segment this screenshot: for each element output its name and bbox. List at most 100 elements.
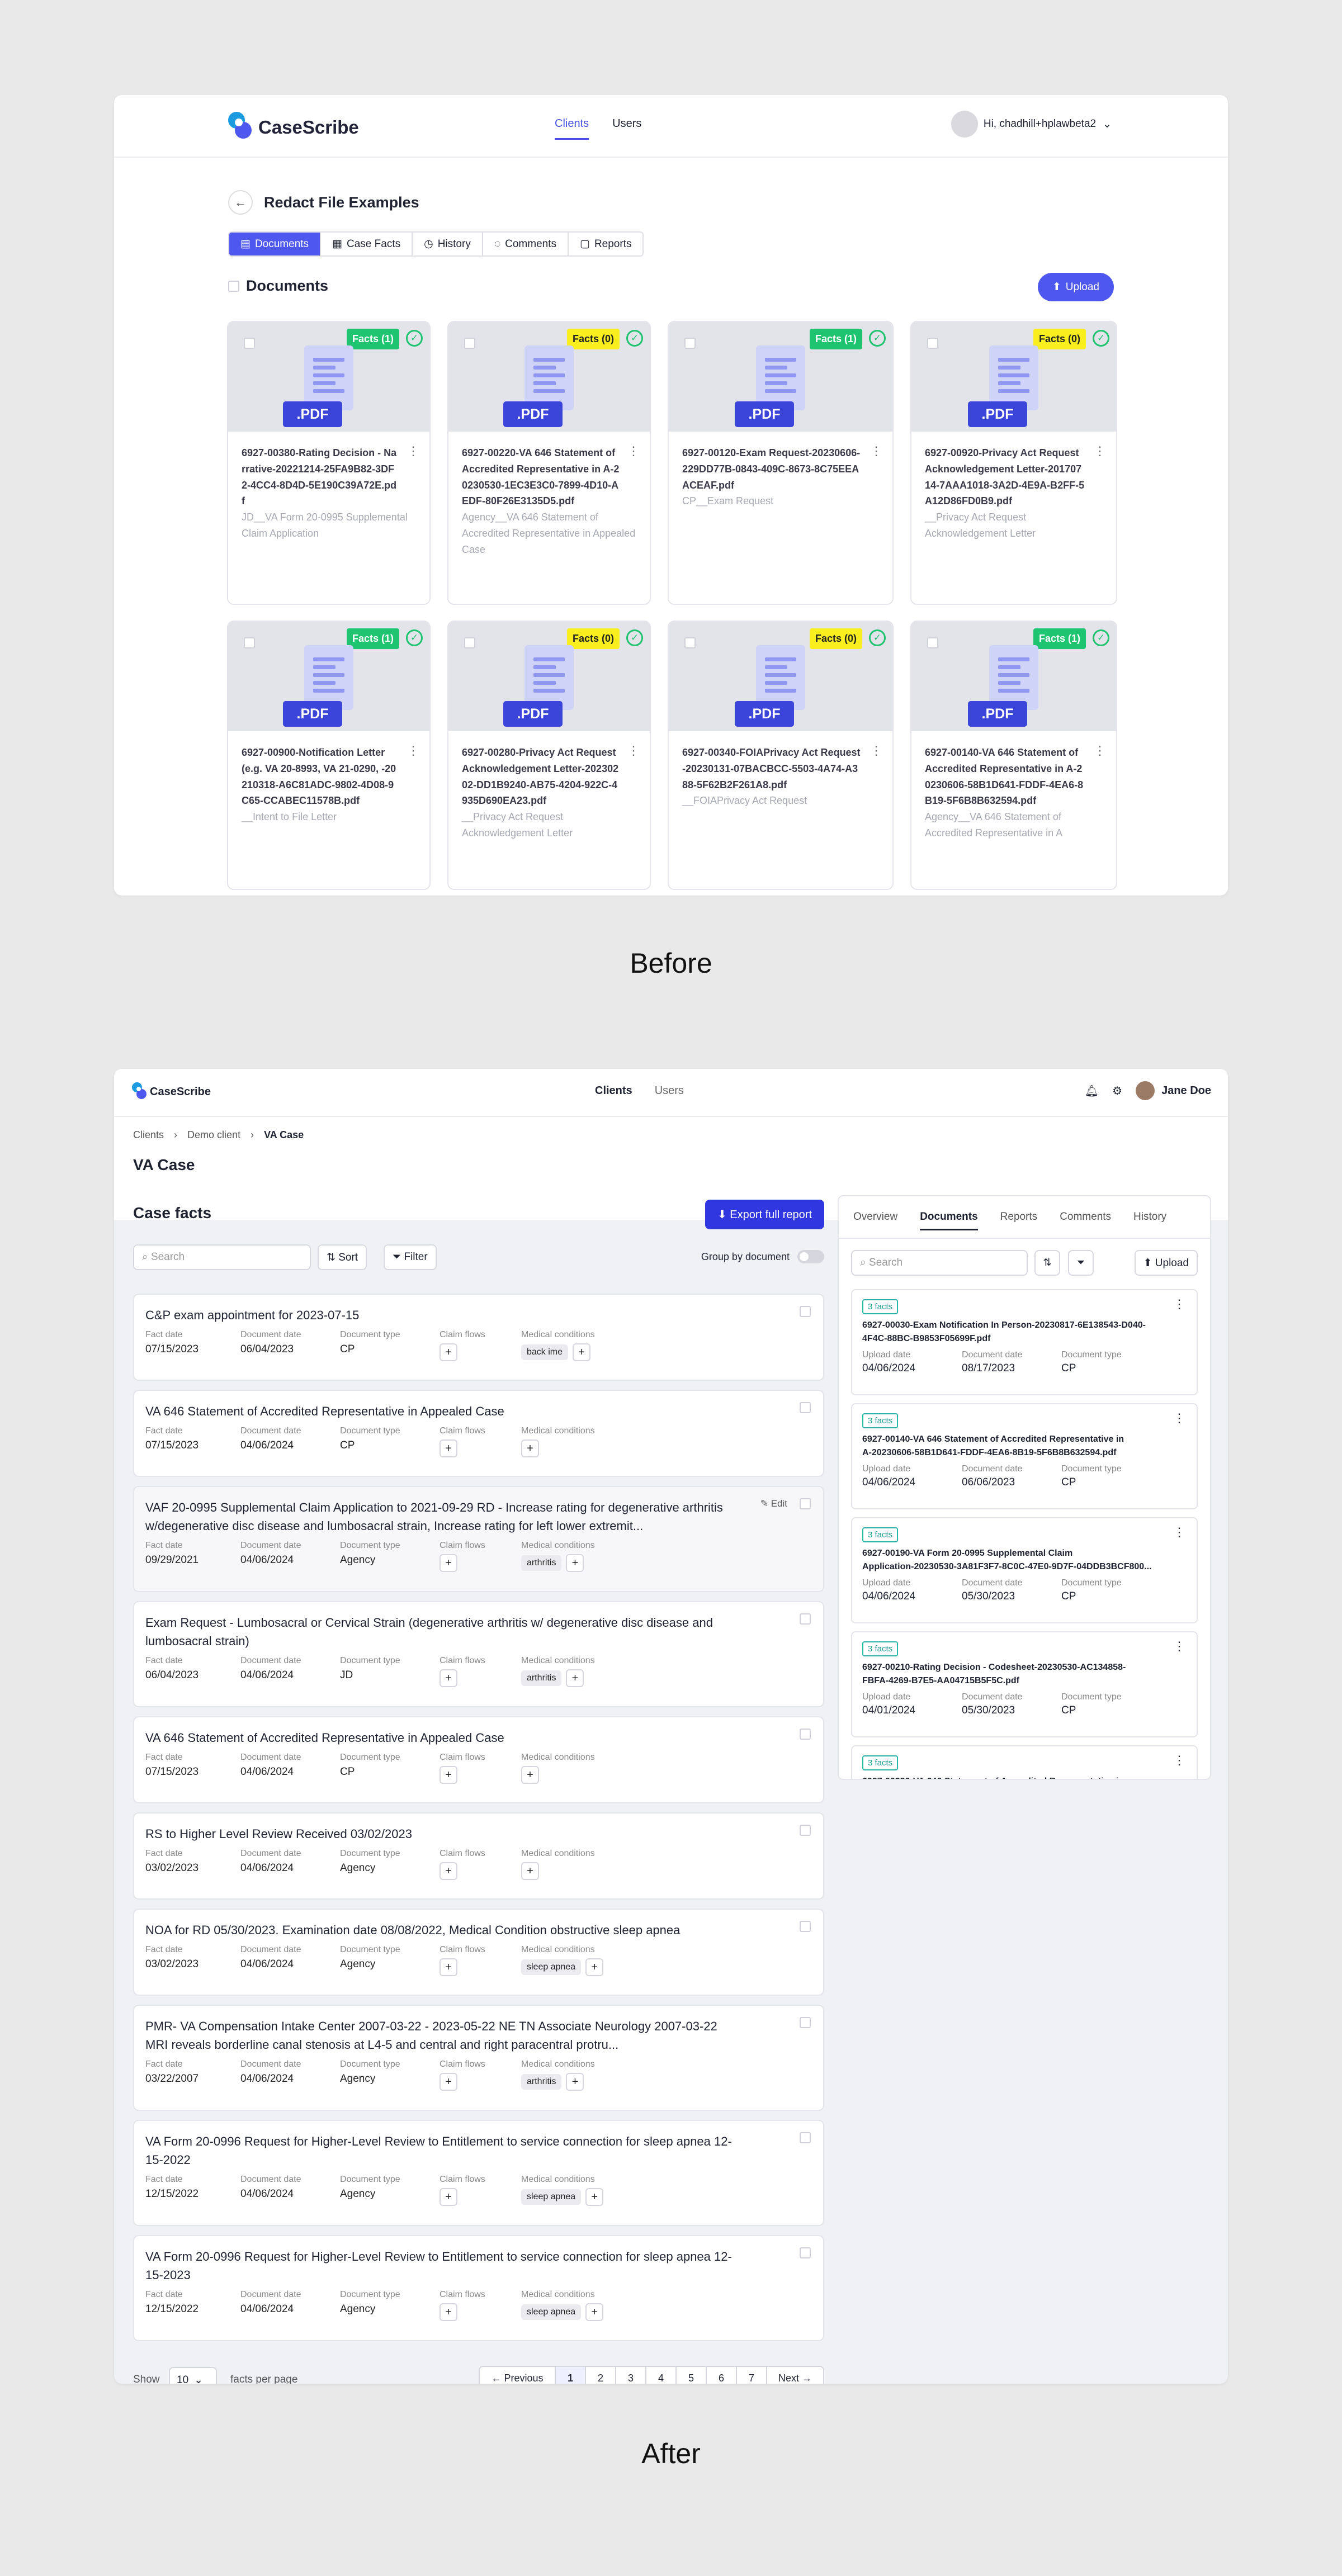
document-filename[interactable]: 6927-00210-Rating Decision - Codesheet-2…	[862, 1661, 1187, 1674]
page-2-button[interactable]: 2	[586, 2367, 616, 2384]
fact-card[interactable]: VA Form 20-0996 Request for Higher-Level…	[133, 2120, 824, 2226]
more-vertical-icon[interactable]: ⋮	[1173, 1297, 1185, 1311]
document-thumbnail[interactable]: Facts (0) ✓ .PDF	[911, 322, 1116, 432]
condition-tag[interactable]: arthritis	[521, 2074, 562, 2090]
upload-button[interactable]: ⬆ Upload	[1134, 1250, 1198, 1276]
facts-badge[interactable]: Facts (0)	[809, 628, 862, 649]
fact-checkbox[interactable]	[800, 2017, 811, 2028]
filter-button[interactable]: ⏷	[1068, 1250, 1094, 1276]
add-condition-button[interactable]: +	[566, 1669, 584, 1687]
select-all-checkbox[interactable]	[228, 280, 239, 292]
document-filename[interactable]: 6927-00220-VA 646 Statement of Accredite…	[862, 1775, 1187, 1779]
avatar[interactable]	[1136, 1081, 1155, 1100]
next-button[interactable]: Next →	[767, 2367, 823, 2384]
add-condition-button[interactable]: +	[521, 1766, 539, 1784]
fact-card[interactable]: VA 646 Statement of Accredited Represent…	[133, 1390, 824, 1477]
add-condition-button[interactable]: +	[585, 2188, 604, 2206]
user-name[interactable]: Jane Doe	[1161, 1085, 1211, 1097]
fact-checkbox[interactable]	[800, 1825, 811, 1836]
nav-clients[interactable]: Clients	[595, 1085, 632, 1097]
fact-checkbox[interactable]	[800, 1498, 811, 1509]
tab-reports[interactable]: ▢ Reports	[569, 233, 642, 255]
back-button[interactable]: ←	[228, 190, 253, 215]
add-claim-flow-button[interactable]: +	[440, 2073, 457, 2091]
add-claim-flow-button[interactable]: +	[440, 1766, 457, 1784]
condition-tag[interactable]: sleep apnea	[521, 2189, 582, 2205]
condition-tag[interactable]: arthritis	[521, 1670, 562, 1686]
add-condition-button[interactable]: +	[566, 2073, 584, 2091]
document-thumbnail[interactable]: Facts (0) ✓ .PDF	[448, 322, 650, 432]
fact-card[interactable]: C&P exam appointment for 2023-07-15 Fact …	[133, 1294, 824, 1381]
facts-count-badge[interactable]: 3 facts	[862, 1641, 899, 1656]
add-claim-flow-button[interactable]: +	[440, 1343, 457, 1361]
add-claim-flow-button[interactable]: +	[440, 2303, 457, 2321]
document-row[interactable]: 3 facts ⋮ 6927-00190-VA Form 20-0995 Suppl…	[851, 1517, 1198, 1623]
add-condition-button[interactable]: +	[585, 2303, 604, 2321]
document-thumbnail[interactable]: Facts (1) ✓ .PDF	[228, 622, 429, 731]
more-vertical-icon[interactable]: ⋮	[1094, 744, 1106, 758]
document-card[interactable]: Facts (0) ✓ .PDF 6927-00340-FOIAPrivacy Act…	[668, 621, 894, 890]
document-checkbox[interactable]	[927, 338, 938, 349]
document-thumbnail[interactable]: Facts (1) ✓ .PDF	[911, 622, 1116, 731]
more-vertical-icon[interactable]: ⋮	[1094, 444, 1106, 458]
document-card[interactable]: Facts (0) ✓ .PDF 6927-00220-VA 646 Statemen…	[447, 321, 651, 605]
condition-tag[interactable]: sleep apnea	[521, 1959, 582, 1975]
document-card[interactable]: Facts (1) ✓ .PDF 6927-00140-VA 646 Statemen…	[910, 621, 1117, 890]
facts-badge[interactable]: Facts (0)	[1033, 329, 1086, 349]
document-filename[interactable]: 6927-00030-Exam Notification In Person-2…	[862, 1319, 1187, 1332]
fact-checkbox[interactable]	[800, 1921, 811, 1932]
condition-tag[interactable]: arthritis	[521, 1555, 562, 1571]
document-row[interactable]: 3 facts ⋮ 6927-00220-VA 646 Statement of A…	[851, 1745, 1198, 1779]
document-filename[interactable]: 6927-00140-VA 646 Statement of Accredite…	[862, 1433, 1187, 1446]
add-claim-flow-button[interactable]: +	[440, 1554, 457, 1572]
page-7-button[interactable]: 7	[737, 2367, 767, 2384]
document-card[interactable]: Facts (1) ✓ .PDF 6927-00120-Exam Request-20…	[668, 321, 894, 605]
facts-badge[interactable]: Facts (0)	[566, 628, 620, 649]
facts-badge[interactable]: Facts (1)	[346, 628, 399, 649]
facts-badge[interactable]: Facts (0)	[566, 329, 620, 349]
fact-checkbox[interactable]	[800, 1402, 811, 1413]
bell-icon[interactable]: 🔔︎	[1085, 1084, 1099, 1098]
tab-history[interactable]: History	[1133, 1211, 1166, 1230]
fact-card[interactable]: VAF 20-0995 Supplemental Claim Applicati…	[133, 1486, 824, 1592]
document-row[interactable]: 3 facts ⋮ 6927-00030-Exam Notification In …	[851, 1289, 1198, 1395]
document-row[interactable]: 3 facts ⋮ 6927-00140-VA 646 Statement of A…	[851, 1403, 1198, 1509]
per-page-select[interactable]: 10 ⌄	[169, 2367, 217, 2384]
tab-overview[interactable]: Overview	[853, 1211, 897, 1230]
tab-comments[interactable]: Comments	[1060, 1211, 1111, 1230]
nav-users[interactable]: Users	[612, 117, 641, 140]
tab-documents[interactable]: ▤ Documents	[229, 233, 322, 255]
more-vertical-icon[interactable]: ⋮	[1173, 1639, 1185, 1654]
tab-case-facts[interactable]: ▦ Case Facts	[321, 233, 413, 255]
facts-count-badge[interactable]: 3 facts	[862, 1527, 899, 1542]
sort-button[interactable]: ⇅	[1034, 1250, 1060, 1276]
documents-search-input[interactable]: ⌕ Search	[851, 1250, 1028, 1276]
document-filename-cont[interactable]: Application-20230530-3A81F3F7-8C0C-47E0-…	[862, 1560, 1187, 1574]
document-filename[interactable]: 6927-00220-VA 646 Statement of Accredite…	[462, 445, 636, 509]
document-checkbox[interactable]	[464, 338, 475, 349]
facts-count-badge[interactable]: 3 facts	[862, 1755, 899, 1770]
fact-checkbox[interactable]	[800, 1729, 811, 1740]
add-condition-button[interactable]: +	[566, 1554, 584, 1572]
add-condition-button[interactable]: +	[573, 1343, 591, 1361]
logo[interactable]: CaseScribe	[228, 112, 359, 143]
add-claim-flow-button[interactable]: +	[440, 1958, 457, 1976]
more-vertical-icon[interactable]: ⋮	[1173, 1525, 1185, 1540]
fact-checkbox[interactable]	[800, 1306, 811, 1317]
page-4-button[interactable]: 4	[646, 2367, 677, 2384]
document-filename[interactable]: 6927-00120-Exam Request-20230606-229DD77…	[682, 445, 879, 493]
document-filename[interactable]: 6927-00280-Privacy Act Request Acknowled…	[462, 745, 636, 809]
breadcrumb-clients[interactable]: Clients	[133, 1129, 164, 1141]
gear-icon[interactable]: ⚙	[1112, 1084, 1122, 1098]
document-filename[interactable]: 6927-00920-Privacy Act Request Acknowled…	[925, 445, 1103, 509]
condition-tag[interactable]: back ime	[521, 1344, 569, 1360]
nav-users[interactable]: Users	[655, 1085, 684, 1097]
document-filename[interactable]: 6927-00190-VA Form 20-0995 Supplemental …	[862, 1547, 1187, 1560]
fact-checkbox[interactable]	[800, 1613, 811, 1625]
condition-tag[interactable]: sleep apnea	[521, 2304, 582, 2320]
tab-comments[interactable]: ◌ Comments	[483, 233, 569, 255]
document-filename[interactable]: 6927-00140-VA 646 Statement of Accredite…	[925, 745, 1103, 809]
facts-count-badge[interactable]: 3 facts	[862, 1413, 899, 1428]
document-filename-cont[interactable]: 4F4C-88BC-B9853F05699F.pdf	[862, 1332, 1187, 1346]
add-condition-button[interactable]: +	[521, 1439, 539, 1457]
